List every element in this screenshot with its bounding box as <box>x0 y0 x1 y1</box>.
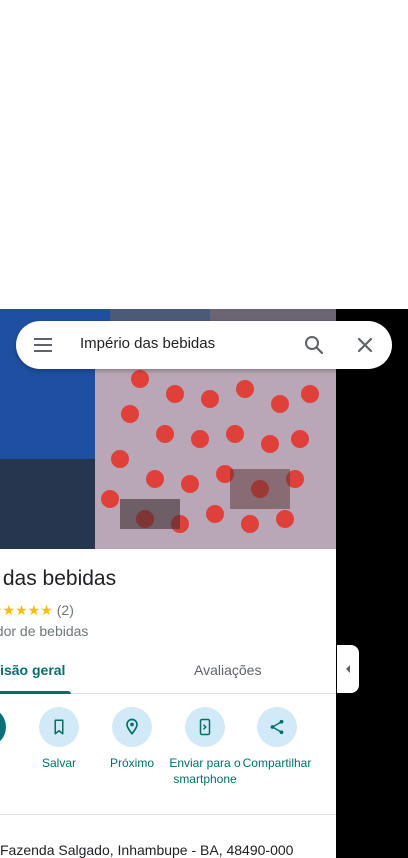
send-to-phone-icon <box>185 707 225 747</box>
save-button[interactable]: Salvar <box>19 707 99 771</box>
rating-stars: ★★★★★ <box>0 601 53 618</box>
chevron-left-icon <box>346 665 350 673</box>
close-icon[interactable] <box>353 333 377 357</box>
save-label: Salvar <box>41 756 76 770</box>
place-title: erio das bebidas <box>0 567 117 590</box>
bookmark-icon <box>39 707 79 747</box>
divider <box>0 814 336 815</box>
rating-row[interactable]: ★★★★★ (2) <box>0 601 74 619</box>
share-icon <box>257 707 297 747</box>
nearby-label: Próximo <box>109 756 154 770</box>
send-to-phone-label: Enviar para o smartphone <box>169 756 241 786</box>
place-panel: erio das bebidas ★★★★★ (2) edor de bebid… <box>0 309 336 858</box>
send-to-phone-button[interactable]: Enviar para o smartphone <box>165 707 245 787</box>
share-label: Compartilhar <box>242 756 312 770</box>
place-category[interactable]: edor de bebidas <box>0 623 88 639</box>
review-count[interactable]: (2) <box>57 602 74 618</box>
action-row: s Salvar Próximo Enviar para o smartphon… <box>0 707 336 807</box>
share-button[interactable]: Compartilhar <box>237 707 317 771</box>
tab-overview[interactable]: Visão geral <box>0 649 71 693</box>
search-icon[interactable] <box>302 333 326 357</box>
tab-bar: Visão geral Avaliações <box>0 649 336 694</box>
search-input[interactable]: Império das bebidas <box>80 335 215 352</box>
tab-reviews[interactable]: Avaliações <box>194 649 261 693</box>
collapse-panel-button[interactable] <box>337 645 359 693</box>
search-bar[interactable]: Império das bebidas <box>16 321 392 369</box>
nearby-button[interactable]: Próximo <box>92 707 172 771</box>
directions-icon <box>0 707 6 747</box>
tab-active-indicator <box>0 691 71 694</box>
menu-icon[interactable] <box>32 335 56 355</box>
place-address[interactable]: Fazenda Salgado, Inhambupe - BA, 48490-0… <box>0 842 293 858</box>
nearby-icon <box>112 707 152 747</box>
